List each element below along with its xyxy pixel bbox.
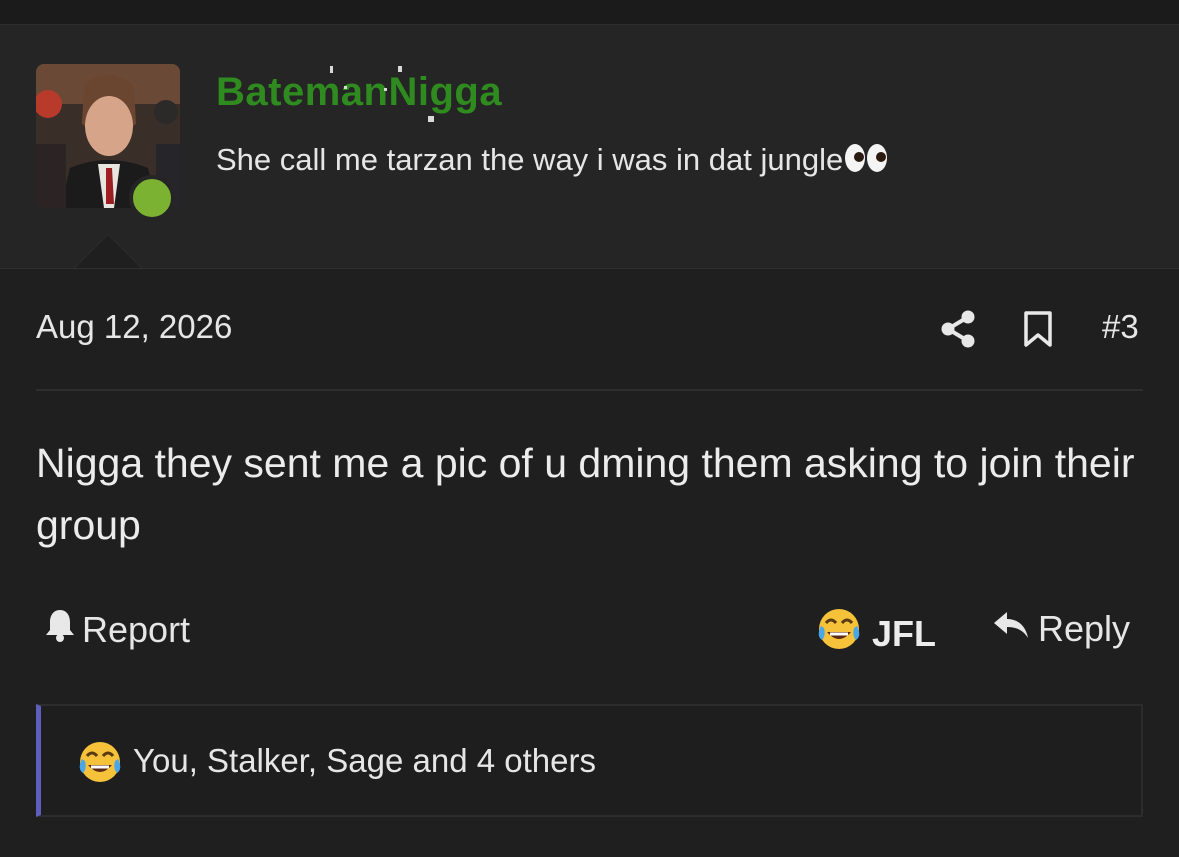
header-pointer [74, 234, 142, 268]
post-divider [36, 389, 1143, 391]
jfl-label: JFL [872, 612, 937, 654]
share-icon[interactable] [940, 310, 976, 353]
crying-laughing-emoji-icon [77, 739, 123, 790]
online-status-dot [129, 175, 175, 221]
bookmark-icon[interactable] [1023, 310, 1053, 353]
reactions-bar[interactable]: You, Stalker, Sage and 4 others [36, 704, 1143, 817]
reply-label: Reply [1038, 608, 1131, 649]
report-button[interactable]: Report [44, 608, 190, 651]
author-signature: She call me tarzan the way i was in dat … [216, 142, 889, 182]
post-date[interactable]: Aug 12, 2026 [36, 308, 232, 346]
eyes-icon [843, 142, 889, 182]
reply-arrow-icon [992, 608, 1030, 650]
top-strip [0, 0, 1179, 25]
crying-laughing-emoji-icon [816, 606, 862, 661]
report-label: Report [82, 608, 191, 650]
reply-button[interactable]: Reply [992, 608, 1130, 650]
jfl-reaction-button[interactable]: JFL [816, 606, 936, 661]
username-sparkle-effect [330, 66, 434, 122]
post-number[interactable]: #3 [1102, 308, 1139, 346]
reactions-summary[interactable]: You, Stalker, Sage and 4 others [133, 742, 596, 780]
post-body: Nigga they sent me a pic of u dming them… [36, 440, 1135, 548]
bell-icon [44, 608, 76, 651]
signature-text: She call me tarzan the way i was in dat … [216, 142, 844, 178]
